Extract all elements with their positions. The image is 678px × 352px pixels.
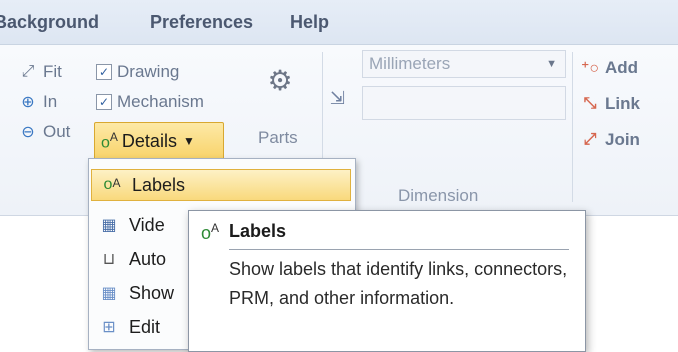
dimension-tool-icon[interactable]: ⇲ [330,88,345,109]
details-button[interactable]: oA Details ▼ [94,122,224,160]
fit-icon: ⤢ [21,63,35,80]
grid-icon: ▦ [101,285,117,302]
chevron-down-icon: ▼ [182,134,195,148]
parts-button[interactable]: Parts [258,128,298,148]
link-button[interactable]: ⤡ Link [580,94,640,114]
units-select[interactable]: Millimeters ▼ [362,50,566,78]
zoom-out-button[interactable]: ⊖ Out [18,122,70,142]
video-icon: ▦ [101,217,117,234]
menu-preferences[interactable]: Preferences [150,12,253,33]
tooltip-divider [229,249,569,250]
checkbox-checked-icon: ✓ [96,64,112,80]
group-divider [572,52,573,202]
join-button[interactable]: ⤢ Join [580,130,640,150]
zoom-in-icon: ⊕ [21,94,35,111]
labels-icon: oA [103,176,121,193]
add-button[interactable]: ⁺○ Add [580,58,638,78]
dimension-input[interactable] [362,86,566,120]
menu-help[interactable]: Help [290,12,329,33]
labels-icon: oA [201,221,220,243]
zoom-out-icon: ⊖ [21,124,35,141]
tooltip-body: Show labels that identify links, connect… [229,259,568,308]
zoom-in-button[interactable]: ⊕ In [18,92,57,112]
add-joint-icon: ⁺○ [580,60,600,77]
ruler-icon: ⊔ [102,251,116,268]
labels-icon: oA [101,129,118,152]
fit-button[interactable]: ⤢ Fit [18,62,62,82]
menu-background[interactable]: Background [0,12,99,33]
mechanism-checkbox[interactable]: ✓ Mechanism [96,92,204,112]
parts-icon: ⚙ [267,64,293,96]
checkbox-checked-icon: ✓ [96,94,112,110]
link-icon: ⤡ [583,95,597,112]
menu-bar: Background Preferences Help [0,0,678,45]
join-icon: ⤢ [583,131,597,148]
drawing-checkbox[interactable]: ✓ Drawing [96,62,179,82]
chevron-down-icon: ▼ [546,58,557,70]
labels-tooltip: oA Labels Show labels that identify link… [188,210,586,352]
menu-item-labels[interactable]: oA Labels [91,169,351,201]
dimension-group-label: Dimension [398,186,479,205]
edit-grid-icon: ⊞ [102,319,116,336]
tooltip-title: Labels [229,221,287,241]
